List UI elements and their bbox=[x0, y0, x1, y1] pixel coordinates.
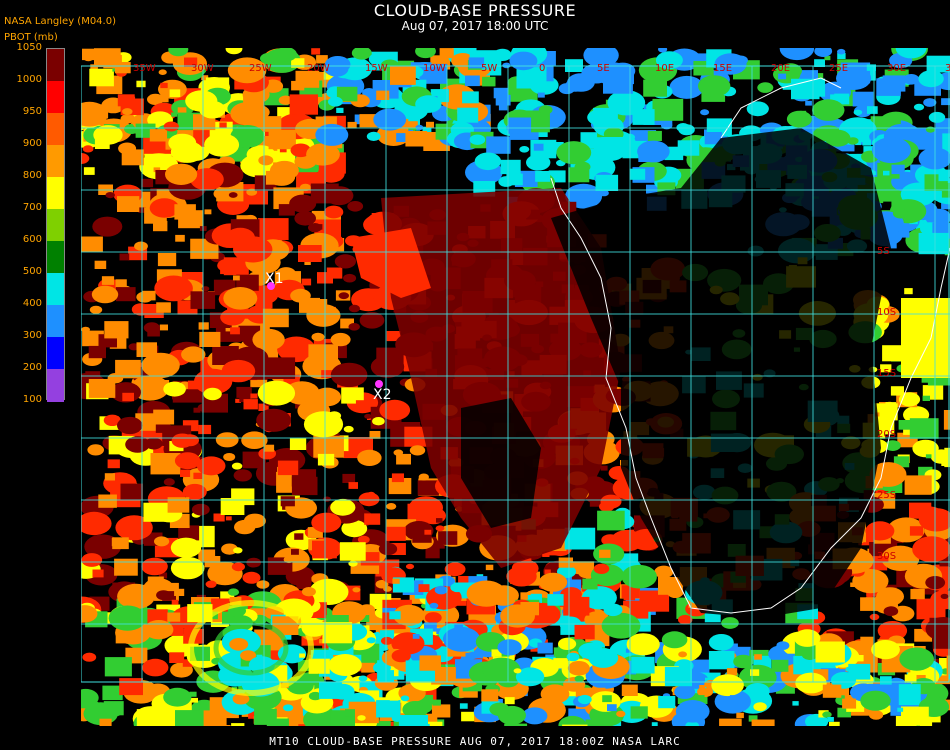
legend-swatch bbox=[47, 273, 64, 306]
grid-label-longitude: 25E bbox=[829, 63, 848, 74]
legend-tick-label: 800 bbox=[22, 170, 42, 181]
grid-label-latitude: 15S bbox=[877, 368, 896, 379]
grid-label-longitude: 20W bbox=[307, 63, 330, 74]
grid-label-longitude: 5W bbox=[481, 63, 497, 74]
legend-swatch bbox=[47, 209, 64, 242]
chart-subtitle: Aug 07, 2017 18:00 UTC bbox=[401, 19, 549, 33]
grid-label-longitude: 15E bbox=[713, 63, 732, 74]
source-label: NASA Langley (M04.0) bbox=[4, 16, 116, 27]
grid-label-longitude: 35E bbox=[945, 63, 950, 74]
footer-caption: MT10 CLOUD-BASE PRESSURE AUG 07, 2017 18… bbox=[269, 735, 681, 748]
legend-tick-label: 500 bbox=[22, 266, 42, 277]
grid-label-longitude: 30W bbox=[191, 63, 214, 74]
grid-label-longitude: 15W bbox=[365, 63, 388, 74]
grid-label-latitude: 20S bbox=[877, 429, 896, 440]
grid-label-longitude: 5E bbox=[597, 63, 610, 74]
chart-title: CLOUD-BASE PRESSURE bbox=[373, 1, 577, 20]
grid-label-longitude: 20E bbox=[771, 63, 790, 74]
legend-swatch bbox=[47, 145, 64, 178]
legend-swatch bbox=[47, 177, 64, 210]
map-canvas: 35W 30W 25W 20W 15W 10W 5W 0 5E 10E 15E 20E 25E 30E 3 5… bbox=[81, 48, 950, 726]
grid-label-latitude: 30S bbox=[877, 551, 896, 562]
grid-label-latitude: 5S bbox=[877, 246, 890, 257]
legend-swatch bbox=[47, 305, 64, 338]
cloud-base-pressure-map: 35W 30W 25W 20W 15W 10W 5W 0 5E 10E 15E 20E 25E 30E 3 5… bbox=[81, 48, 950, 726]
grid-label-longitude: 30E bbox=[887, 63, 906, 74]
legend-swatch bbox=[47, 49, 64, 82]
site-marker-label: X1 bbox=[265, 271, 284, 287]
legend-tick-label: 700 bbox=[22, 202, 42, 213]
site-marker-label: X2 bbox=[373, 387, 392, 403]
grid-label-longitude: 10E bbox=[655, 63, 674, 74]
legend-tick-label: 1050 bbox=[16, 42, 42, 53]
grid-label-longitude: 25W bbox=[249, 63, 272, 74]
legend-tick-label: 300 bbox=[22, 330, 42, 341]
legend-tick-label: 100 bbox=[22, 394, 42, 405]
legend-swatch bbox=[47, 241, 64, 274]
legend-tick-label: 600 bbox=[22, 234, 42, 245]
grid-label-longitude: 0 bbox=[539, 63, 545, 74]
color-legend bbox=[46, 48, 65, 402]
legend-swatch bbox=[47, 337, 64, 370]
legend-swatch bbox=[47, 113, 64, 146]
grid-label-latitude: 10S bbox=[877, 307, 896, 318]
grid-label-longitude: 10W bbox=[423, 63, 446, 74]
legend-tick-label: 400 bbox=[22, 298, 42, 309]
legend-tick-label: 950 bbox=[22, 106, 42, 117]
grid-label-longitude: 35W bbox=[133, 63, 156, 74]
grid-label-latitude: 25S bbox=[877, 490, 896, 501]
legend-tick-label: 900 bbox=[22, 138, 42, 149]
legend-swatch bbox=[47, 81, 64, 114]
legend-tick-label: 1000 bbox=[16, 74, 42, 85]
legend-tick-label: 200 bbox=[22, 362, 42, 373]
legend-swatch bbox=[47, 369, 64, 402]
